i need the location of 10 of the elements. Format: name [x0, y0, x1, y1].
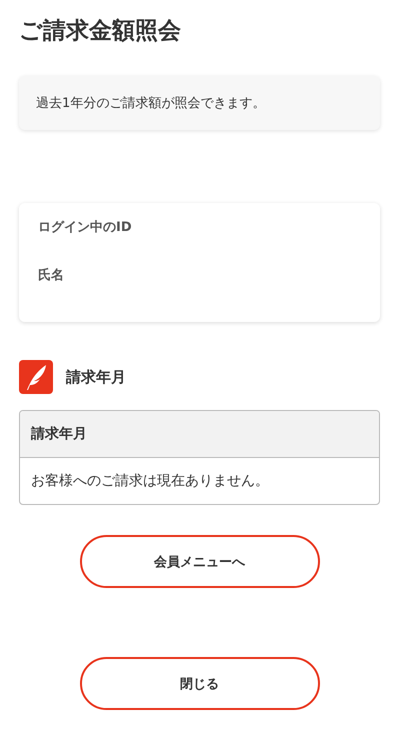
close-button[interactable]: 閉じる [80, 657, 320, 710]
field-label: ログイン中のID [38, 219, 133, 237]
empty-message: お客様へのご請求は現在ありません。 [30, 472, 270, 491]
page-title: ご請求金額照会 [19, 17, 182, 46]
notice-card: 過去1年分のご請求額が照会できます。 [19, 76, 380, 130]
feather-icon [19, 360, 53, 394]
field-label: 氏名 [38, 267, 65, 285]
member-menu-button[interactable]: 会員メニューへ [80, 535, 320, 588]
table-header: 請求年月 [20, 411, 379, 458]
section-title: 請求年月 [66, 368, 126, 386]
